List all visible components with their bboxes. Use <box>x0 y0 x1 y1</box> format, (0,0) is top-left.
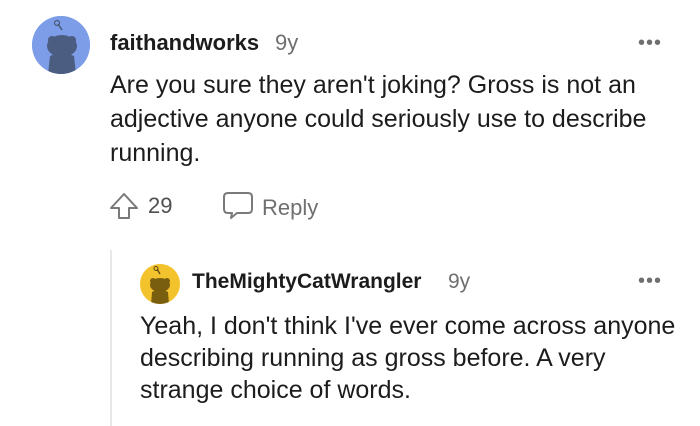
thread-line[interactable] <box>110 250 112 426</box>
username[interactable]: faithandworks <box>110 30 259 56</box>
comment-body: Are you sure they aren't joking? Gross i… <box>110 71 647 167</box>
reply-button[interactable]: Reply <box>222 190 318 225</box>
avatar[interactable] <box>140 264 180 304</box>
more-options-icon[interactable]: ••• <box>638 32 662 55</box>
comment-bubble-icon <box>222 190 254 225</box>
comment-age: 9y <box>448 270 471 293</box>
vote-bar: 29 <box>108 190 172 222</box>
username[interactable]: TheMightyCatWrangler <box>192 270 421 294</box>
comment-body: Yeah, I don't think I've ever come acros… <box>140 312 676 404</box>
comment: faithandworks 9y ••• Are you sure they a… <box>0 0 700 240</box>
comment-age: 9y <box>275 30 299 55</box>
reply-label: Reply <box>262 194 319 220</box>
snoo-avatar-icon <box>32 16 90 74</box>
more-options-icon[interactable]: ••• <box>638 270 662 293</box>
snoo-avatar-icon <box>140 264 180 304</box>
upvote-icon[interactable] <box>108 190 140 222</box>
avatar[interactable] <box>32 16 90 74</box>
vote-score: 29 <box>148 193 173 218</box>
